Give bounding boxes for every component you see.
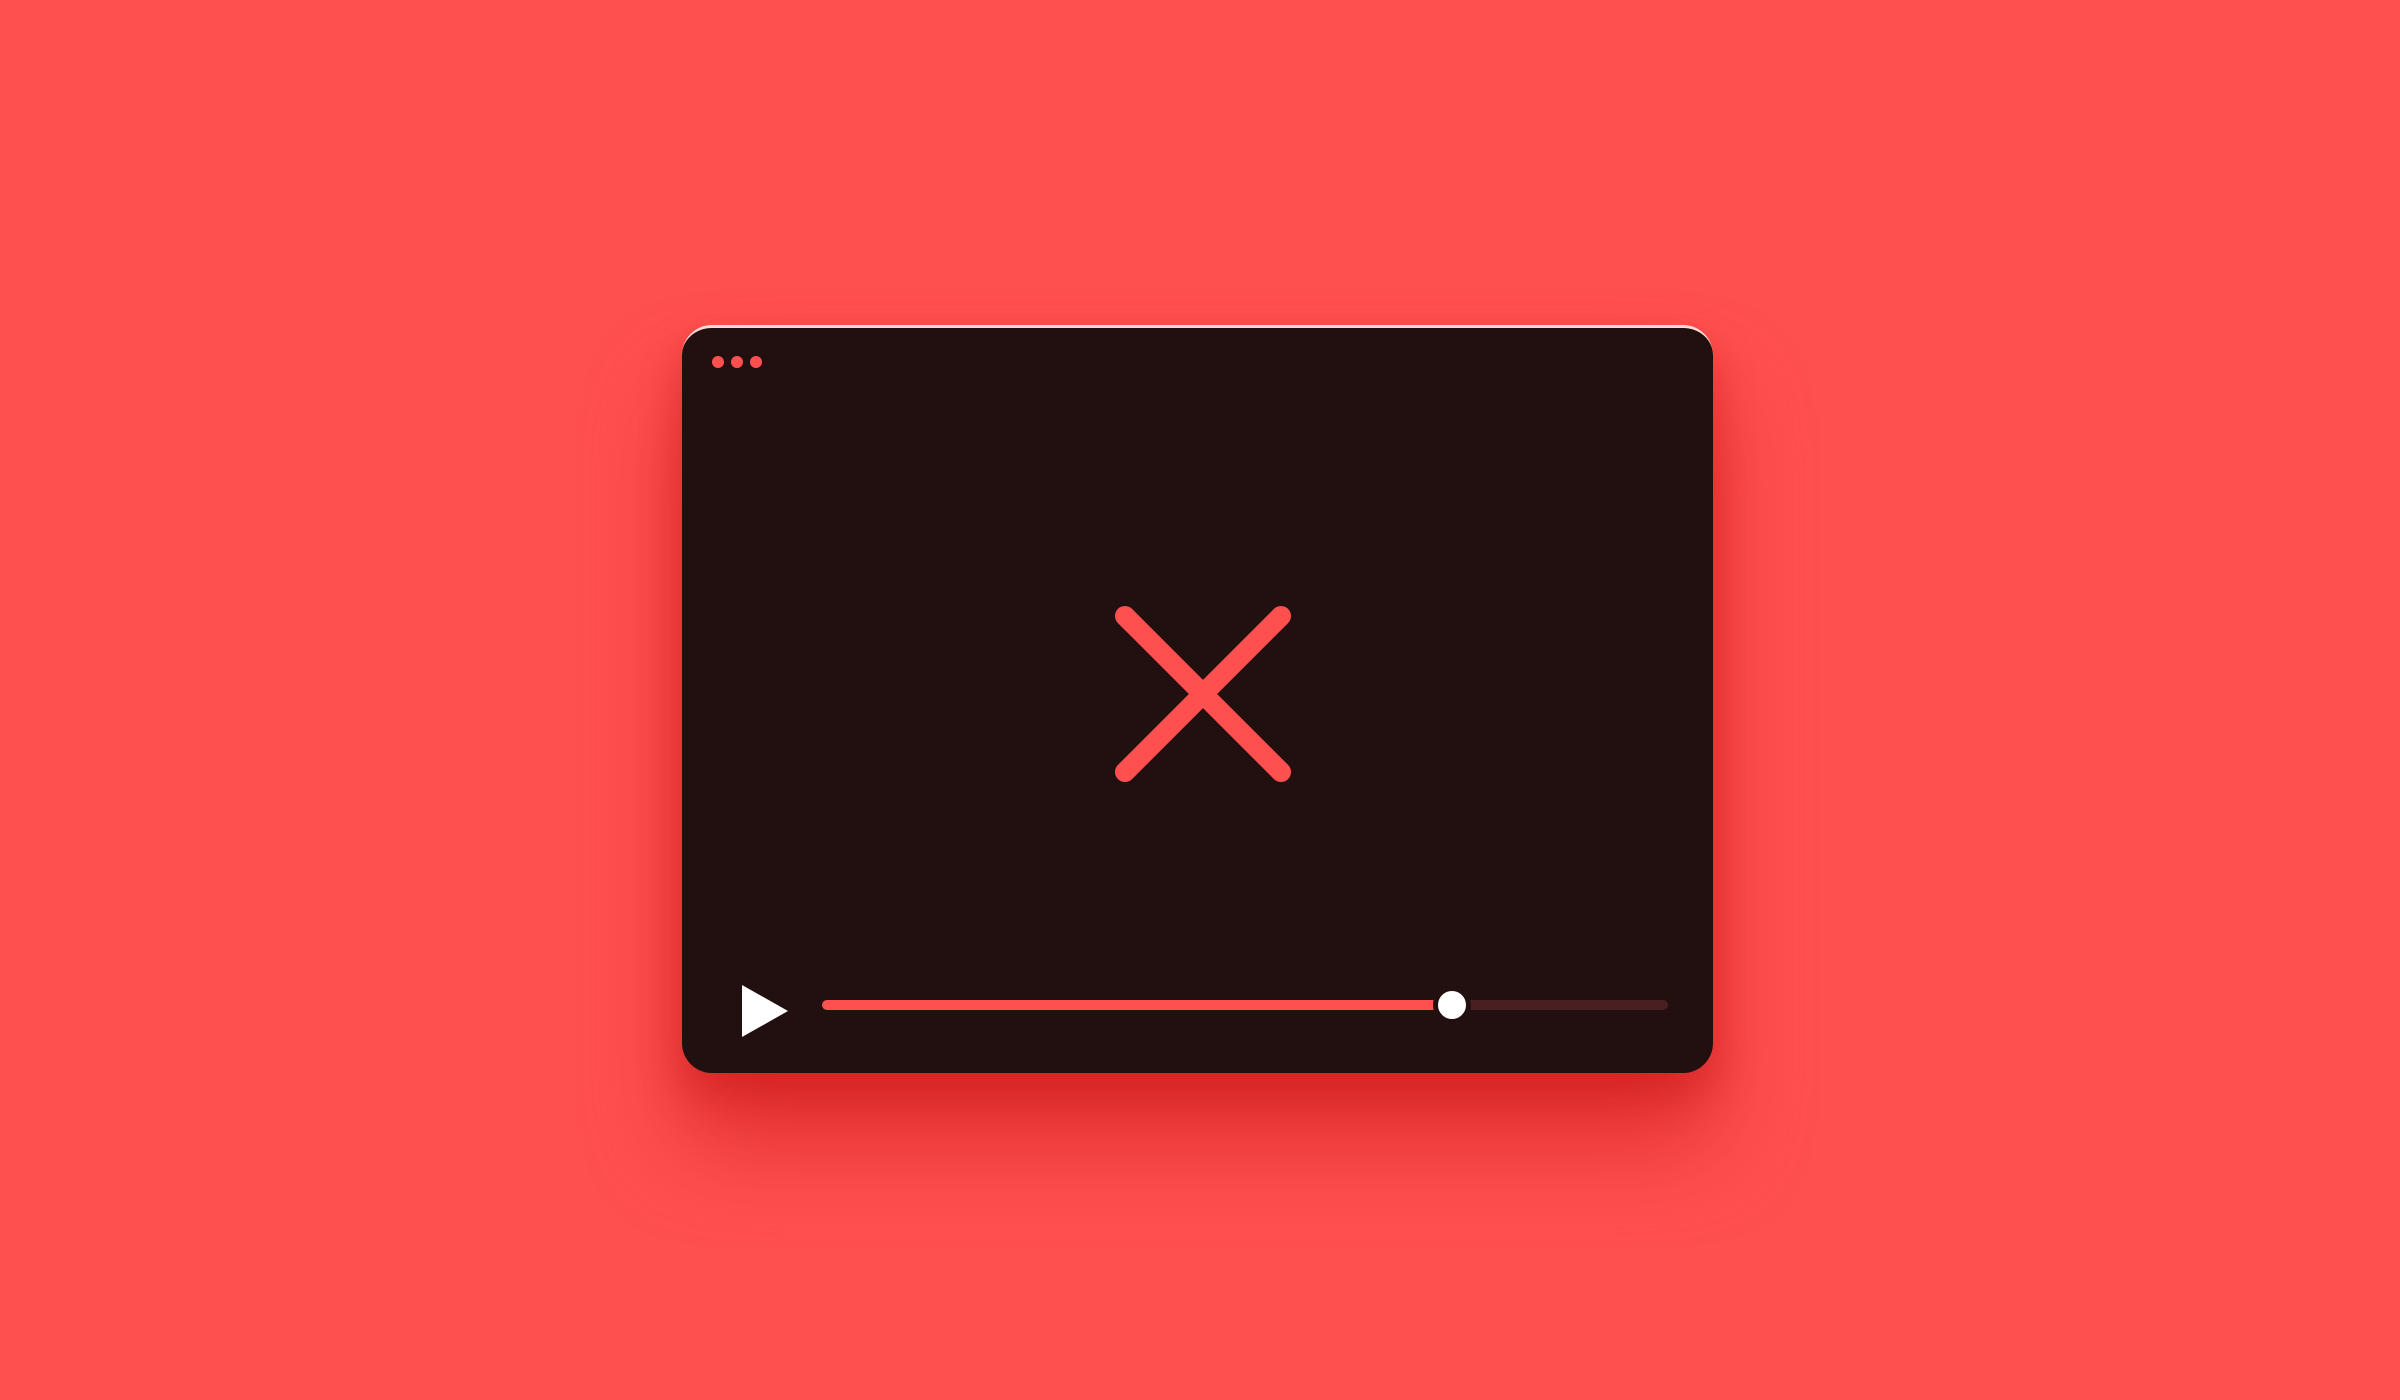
play-icon[interactable]	[742, 985, 788, 1037]
window-controls	[712, 356, 762, 368]
close-icon	[1115, 606, 1291, 782]
progress-played	[822, 1000, 1452, 1010]
window-dot-2	[731, 356, 743, 368]
progress-thumb[interactable]	[1433, 986, 1471, 1024]
window-dot-1	[712, 356, 724, 368]
window-dot-3	[750, 356, 762, 368]
video-player	[682, 325, 1713, 1073]
progress-bar[interactable]	[822, 986, 1668, 1024]
